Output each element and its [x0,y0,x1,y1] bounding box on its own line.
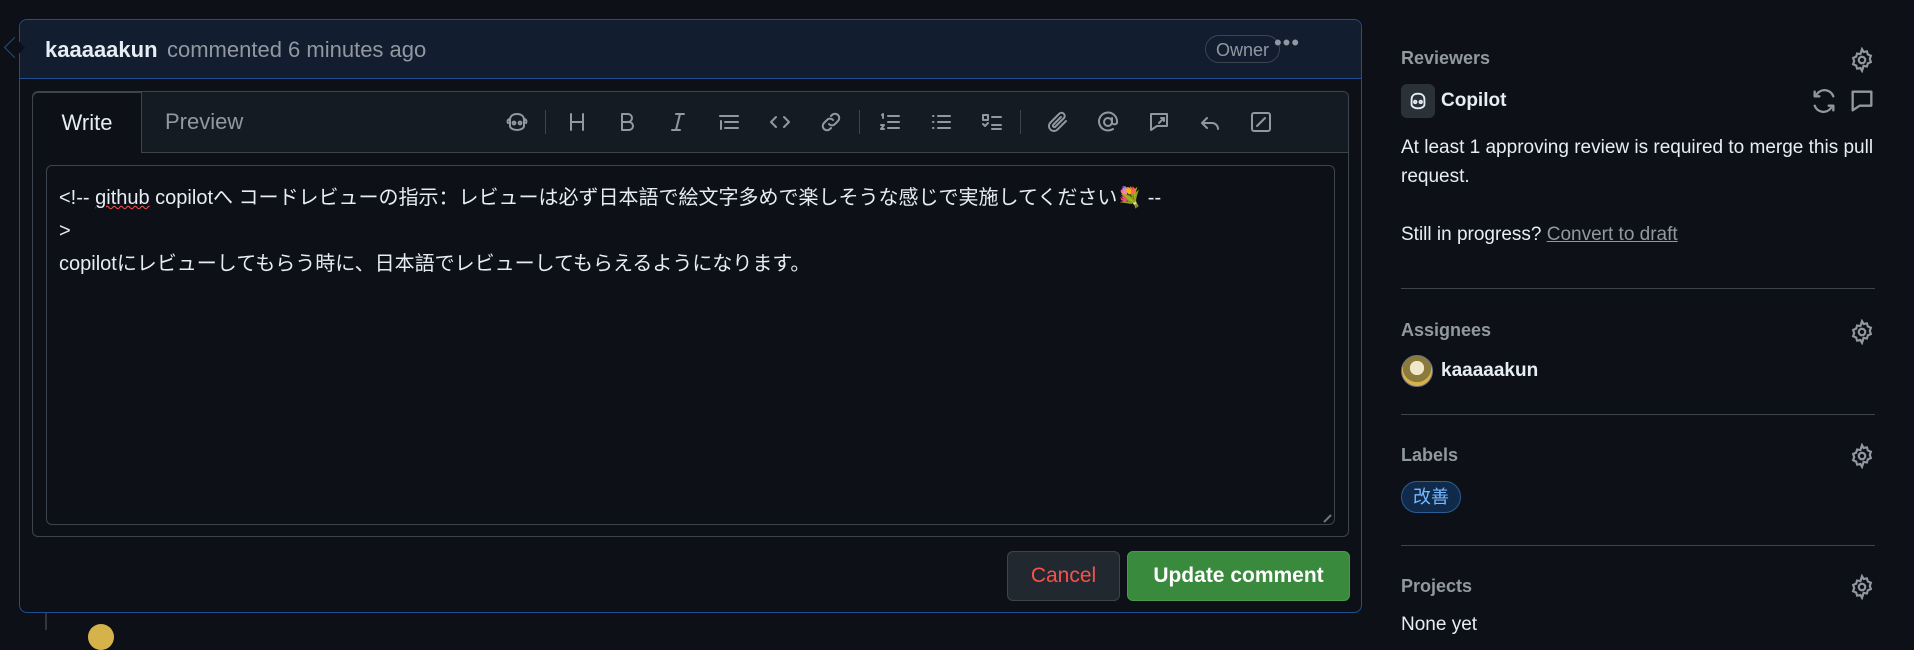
gear-icon[interactable] [1849,573,1875,601]
reviewers-title: Reviewers [1401,48,1491,68]
toolbar-divider [859,110,860,134]
resize-handle-icon[interactable] [1316,507,1332,523]
copilot-icon[interactable] [501,106,533,138]
sidebar: Reviewers Copilot At least 1 approving r… [1401,0,1876,635]
fullscreen-icon[interactable] [1245,106,1277,138]
progress-prefix: Still in progress? [1401,224,1542,245]
tab-preview[interactable]: Preview [165,92,243,153]
reply-icon[interactable] [1194,106,1226,138]
gear-icon[interactable] [1849,318,1875,346]
update-comment-button[interactable]: Update comment [1127,551,1350,601]
projects-section: Projects None yet [1401,546,1875,635]
comment-author[interactable]: kaaaaakun [45,37,158,63]
comment-editor: Write Preview <!-- github copilotへ コードレビ… [32,91,1349,537]
assignees-section: Assignees kaaaaakun [1401,289,1875,414]
toolbar-divider [545,110,546,134]
owner-badge: Owner [1205,35,1281,63]
toolbar-divider [1020,110,1021,134]
text-line1-pre: <!-- [59,187,96,209]
italic-icon[interactable] [662,106,694,138]
unordered-list-icon[interactable] [925,106,957,138]
link-icon[interactable] [815,106,847,138]
text-line1-post: copilotへ コードレビューの指示：レビューは必ず日本語で絵文字多めで楽しそ… [149,187,1162,209]
heading-icon[interactable] [561,106,593,138]
convert-to-draft-link[interactable]: Convert to draft [1547,224,1678,245]
comment-header: kaaaaakun commented 6 minutes ago Owner … [20,20,1361,79]
timeline-line [45,610,47,630]
label-chip[interactable]: 改善 [1401,481,1461,513]
reference-icon[interactable] [1143,106,1175,138]
text-line3: copilotにレビューしてもらう時に、日本語でレビューしてもらえるようになりま… [59,253,811,275]
mention-icon[interactable] [1092,106,1124,138]
reviewers-section: Reviewers Copilot At least 1 approving r… [1401,0,1875,290]
comment-icon[interactable] [1848,87,1876,115]
assignees-title: Assignees [1401,320,1492,340]
projects-value: None yet [1401,614,1478,635]
cancel-button[interactable]: Cancel [1007,551,1120,601]
tab-write[interactable]: Write [32,92,142,153]
more-options-icon[interactable]: ••• [1270,32,1304,60]
gear-icon[interactable] [1849,46,1875,74]
attach-icon[interactable] [1041,106,1073,138]
review-required-note: At least 1 approving review is required … [1401,137,1874,187]
assignee-name[interactable]: kaaaaakun [1441,356,1538,385]
labels-section: Labels 改善 [1401,415,1875,545]
bold-icon[interactable] [611,106,643,138]
progress-text: Still in progress? Convert to draft [1401,220,1678,249]
avatar [88,624,114,650]
comment-box: kaaaaakun commented 6 minutes ago Owner … [19,19,1362,613]
projects-title: Projects [1401,576,1473,596]
task-list-icon[interactable] [976,106,1008,138]
quote-icon[interactable] [713,106,745,138]
re-request-review-icon[interactable] [1810,87,1838,115]
labels-title: Labels [1401,445,1459,465]
avatar[interactable] [1401,355,1433,387]
code-icon[interactable] [764,106,796,138]
copilot-avatar-icon [1401,84,1435,118]
comment-timestamp[interactable]: commented 6 minutes ago [167,37,426,63]
editor-tabs: Write Preview [32,92,1348,153]
reviewer-name[interactable]: Copilot [1441,86,1506,115]
spellcheck-word: github [95,187,150,209]
comment-textarea[interactable]: <!-- github copilotへ コードレビューの指示：レビューは必ず日… [46,165,1335,525]
ordered-list-icon[interactable] [874,106,906,138]
gear-icon[interactable] [1849,442,1875,470]
text-line2: > [59,220,71,242]
